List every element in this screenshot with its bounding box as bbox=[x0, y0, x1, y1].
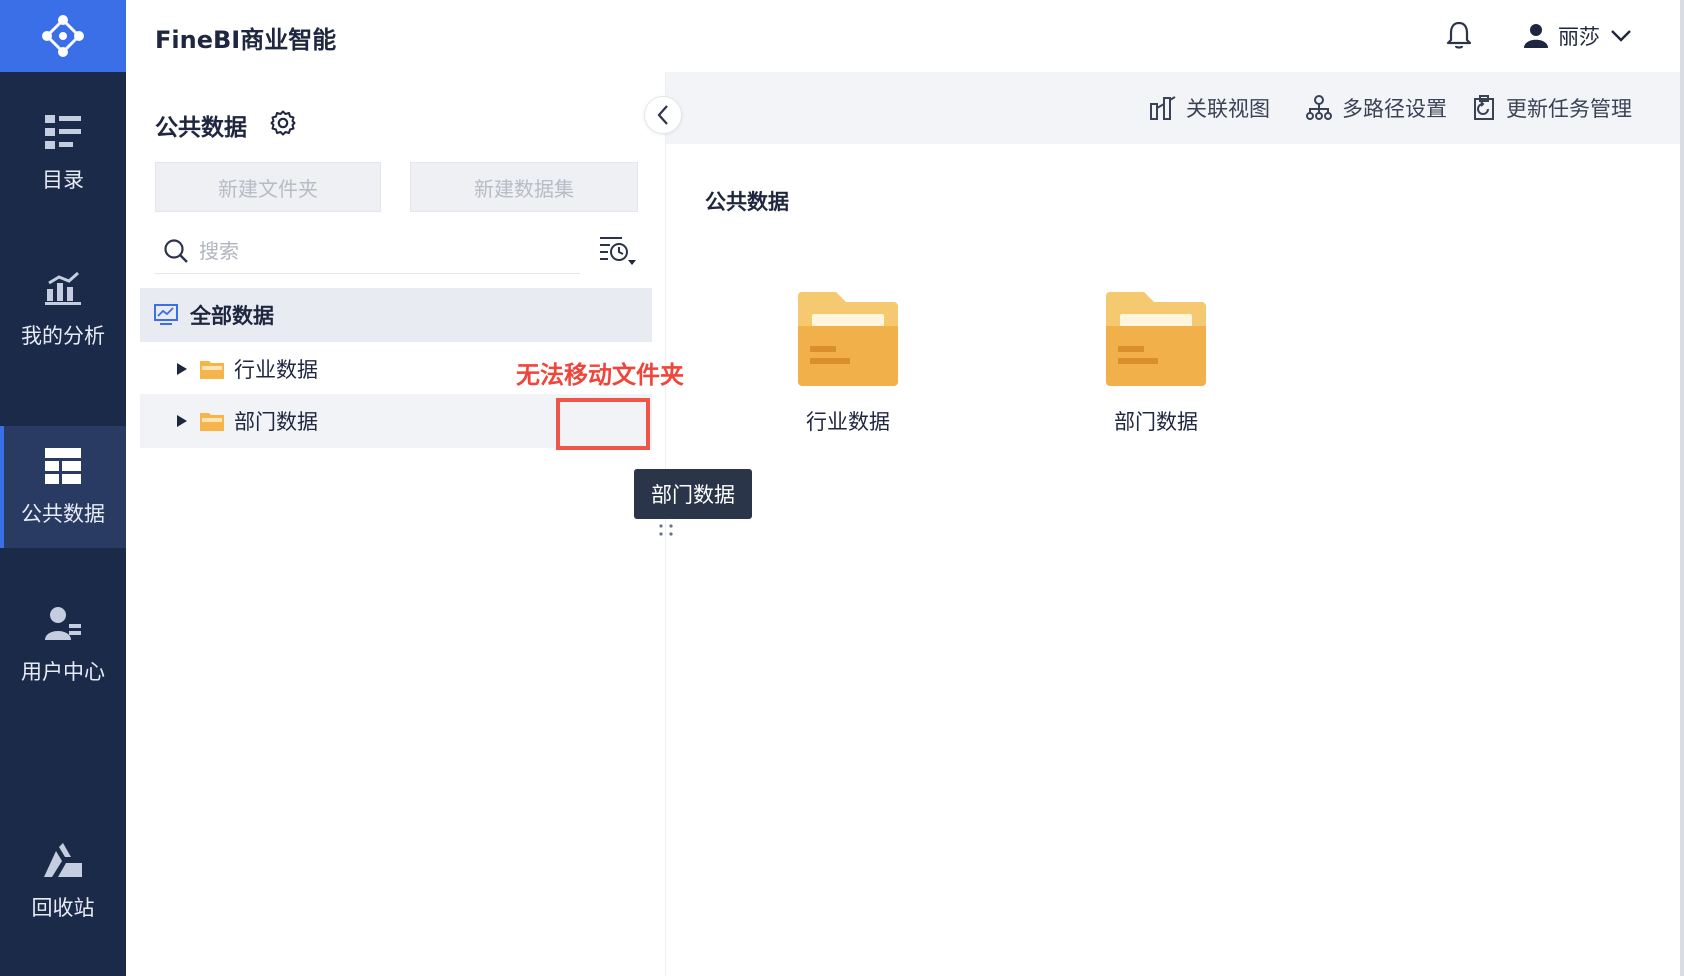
app-logo[interactable] bbox=[0, 0, 126, 72]
window-edge bbox=[1680, 0, 1684, 976]
multipath-icon bbox=[1306, 95, 1332, 120]
app-title: FineBI商业智能 bbox=[155, 26, 337, 54]
folder-icon bbox=[200, 413, 224, 431]
notification-bell-icon[interactable] bbox=[1444, 20, 1474, 50]
filter-history-icon[interactable] bbox=[594, 232, 638, 270]
folder-tile-label: 行业数据 bbox=[806, 410, 890, 434]
nav-item-label: 我的分析 bbox=[21, 324, 105, 348]
search-icon bbox=[164, 238, 188, 263]
user-center-icon bbox=[43, 604, 83, 644]
new-folder-button[interactable]: 新建文件夹 bbox=[155, 162, 381, 212]
folder-icon bbox=[200, 361, 224, 379]
avatar-icon bbox=[1524, 24, 1548, 48]
folder-tile[interactable]: 部门数据 bbox=[1081, 292, 1231, 436]
tree-root-all-data[interactable]: 全部数据 bbox=[140, 288, 652, 342]
nav-item-public-data[interactable]: 公共数据 bbox=[0, 426, 126, 548]
relation-view-button[interactable]: 关联视图 bbox=[1150, 90, 1270, 126]
relation-view-icon bbox=[1150, 96, 1176, 120]
folder-icon bbox=[798, 292, 898, 386]
nav-item-user-center[interactable]: 用户中心 bbox=[0, 584, 126, 706]
nav-item-label: 用户中心 bbox=[21, 660, 105, 684]
data-toolbar: 关联视图 多路径设置 更新任务管理 bbox=[666, 72, 1684, 144]
logo-icon bbox=[42, 15, 84, 57]
user-menu[interactable]: 丽莎 bbox=[1524, 18, 1632, 54]
user-name: 丽莎 bbox=[1558, 25, 1600, 49]
relation-view-label: 关联视图 bbox=[1186, 97, 1270, 121]
analysis-icon bbox=[43, 268, 83, 308]
monitor-data-icon bbox=[154, 304, 178, 325]
public-data-icon bbox=[43, 446, 83, 486]
panel-title: 公共数据 bbox=[155, 115, 247, 141]
chevron-down-icon bbox=[1611, 30, 1631, 42]
tree-folder-label: 部门数据 bbox=[234, 410, 318, 434]
update-task-icon bbox=[1474, 95, 1494, 120]
catalog-icon bbox=[43, 112, 83, 152]
main-section-title: 公共数据 bbox=[705, 190, 789, 214]
nav-item-catalog[interactable]: 目录 bbox=[0, 92, 126, 214]
top-bar: FineBI商业智能 丽莎 bbox=[126, 0, 1684, 72]
nav-item-label: 回收站 bbox=[31, 896, 95, 920]
folder-tile-label: 部门数据 bbox=[1114, 410, 1198, 434]
nav-item-label: 目录 bbox=[42, 168, 84, 192]
caret-right-icon[interactable] bbox=[176, 414, 188, 428]
settings-gear-icon[interactable] bbox=[270, 110, 296, 136]
caret-right-icon[interactable] bbox=[176, 362, 188, 376]
data-tree-panel: 公共数据 新建文件夹 新建数据集 全部数据 行业数据 部门数据 bbox=[126, 72, 666, 976]
recycle-bin-icon bbox=[43, 840, 83, 880]
new-dataset-button[interactable]: 新建数据集 bbox=[410, 162, 638, 212]
drag-handle-icon[interactable] bbox=[658, 522, 676, 536]
tree-root-label: 全部数据 bbox=[190, 304, 274, 328]
multipath-settings-button[interactable]: 多路径设置 bbox=[1306, 90, 1447, 126]
search-input[interactable] bbox=[199, 238, 559, 263]
nav-item-my-analysis[interactable]: 我的分析 bbox=[0, 248, 126, 370]
update-task-label: 更新任务管理 bbox=[1506, 97, 1632, 121]
nav-item-recycle-bin[interactable]: 回收站 bbox=[0, 820, 126, 942]
folder-icon bbox=[1106, 292, 1206, 386]
search-bar bbox=[155, 228, 580, 274]
nav-item-label: 公共数据 bbox=[21, 502, 105, 526]
left-nav-rail: 目录 我的分析 公共数据 用户中心 回收站 bbox=[0, 0, 126, 976]
annotation-text: 无法移动文件夹 bbox=[516, 361, 684, 389]
collapse-panel-button[interactable] bbox=[644, 96, 682, 134]
folder-tile[interactable]: 行业数据 bbox=[773, 292, 923, 436]
tree-folder-label: 行业数据 bbox=[234, 358, 318, 382]
chevron-left-icon bbox=[657, 105, 668, 125]
multipath-label: 多路径设置 bbox=[1342, 97, 1447, 121]
drag-tooltip: 部门数据 bbox=[634, 469, 752, 519]
update-task-management-button[interactable]: 更新任务管理 bbox=[1472, 90, 1632, 126]
annotation-highlight-box bbox=[556, 398, 650, 450]
